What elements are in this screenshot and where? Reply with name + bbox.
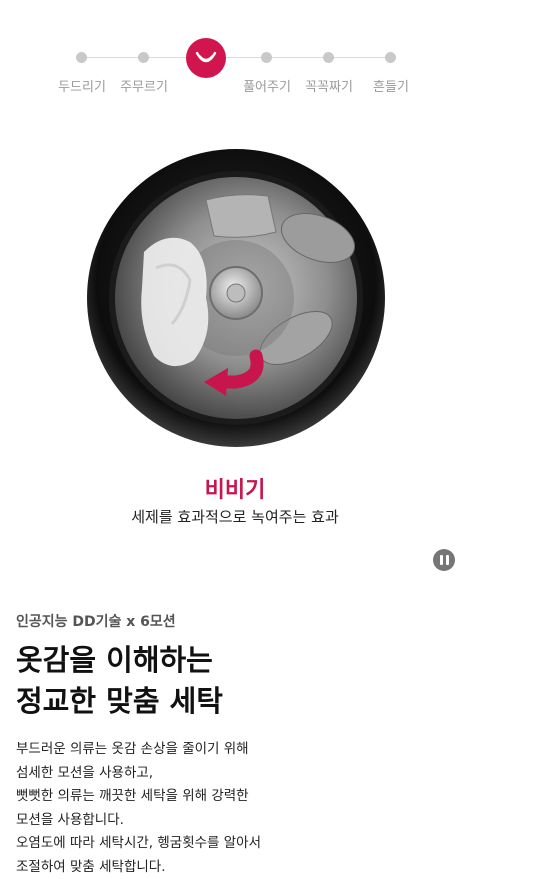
progress-track [82,57,392,58]
step-dot-2[interactable] [138,52,149,63]
step-label-6[interactable]: 흔들기 [373,76,409,95]
headline-line-1: 옷감을 이해하는 [16,640,223,681]
motion-progress-bar: 두드리기 주무르기 풀어주기 꼭꼭짜기 흔들기 [0,30,555,100]
description-line: 모션을 사용합니다. [16,809,261,833]
step-dot-5[interactable] [323,52,334,63]
description-line: 부드러운 의류는 옷감 손상을 줄이기 위해 [16,738,261,762]
step-label-1[interactable]: 두드리기 [58,76,106,95]
description-line: 뻣뻣한 의류는 깨끗한 세탁을 위해 강력한 [16,785,261,809]
motion-title: 비비기 [0,472,470,504]
pause-icon-bar [446,555,449,565]
washer-drum-image [86,148,386,448]
step-dot-6[interactable] [385,52,396,63]
active-step-marker[interactable] [186,38,226,78]
pause-button[interactable] [433,549,455,571]
headline-line-2: 정교한 맞춤 세탁 [16,681,223,722]
step-dot-4[interactable] [261,52,272,63]
description-line: 조절하여 맞춤 세탁합니다. [16,856,261,879]
washer-drum-animation [86,148,386,448]
step-dot-1[interactable] [76,52,87,63]
step-label-5[interactable]: 꼭꼭짜기 [305,76,353,95]
step-label-2[interactable]: 주무르기 [120,76,168,95]
description-line: 오염도에 따라 세탁시간, 헹굼횟수를 알아서 [16,832,261,856]
smile-drum-icon [193,47,219,69]
description-line: 섬세한 모션을 사용하고, [16,762,261,786]
feature-headline: 옷감을 이해하는 정교한 맞춤 세탁 [16,640,223,722]
motion-subtitle: 세제를 효과적으로 녹여주는 효과 [0,506,470,527]
feature-description: 부드러운 의류는 옷감 손상을 줄이기 위해 섬세한 모션을 사용하고, 뻣뻣한… [16,738,261,879]
step-label-4[interactable]: 풀어주기 [243,76,291,95]
feature-eyebrow: 인공지능 DD기술 x 6모션 [16,611,176,631]
pause-icon [440,555,443,565]
